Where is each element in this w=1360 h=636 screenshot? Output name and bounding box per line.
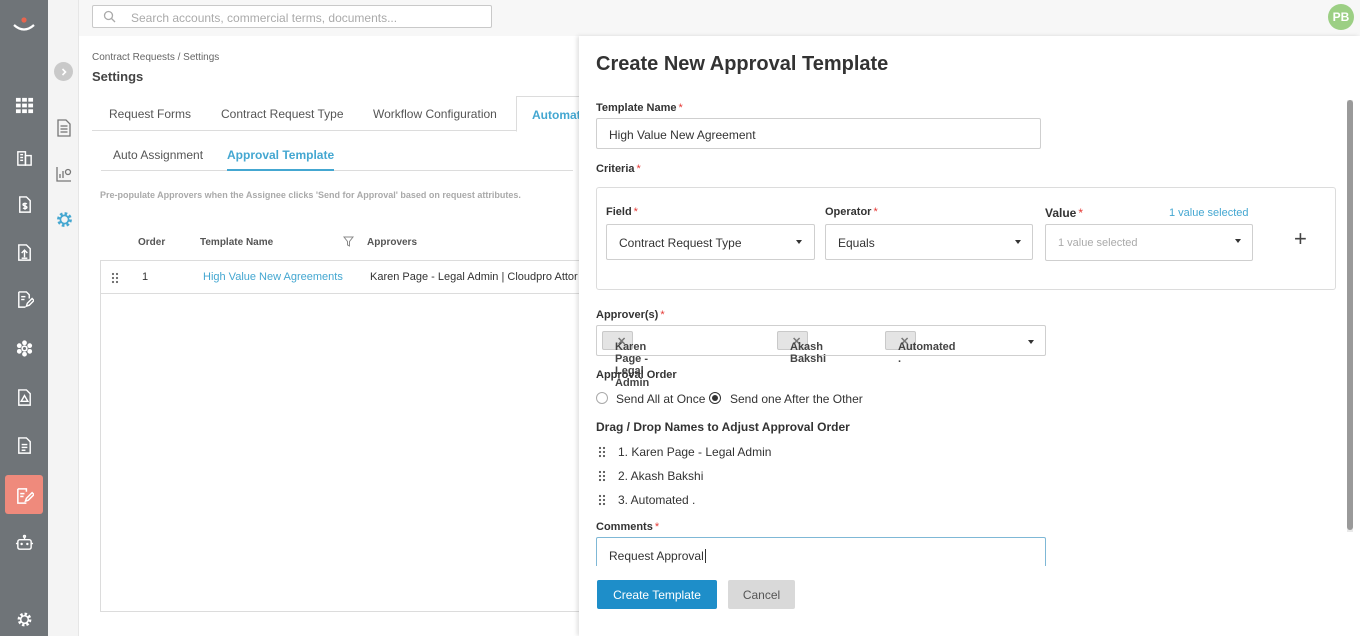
chevron-down-icon — [1235, 239, 1241, 243]
drag-handle-icon[interactable] — [598, 446, 606, 458]
breadcrumb[interactable]: Contract Requests / Settings — [92, 52, 219, 63]
criteria-box: Field * Contract Request Type Operator * E… — [596, 187, 1336, 290]
chart-settings-icon[interactable] — [54, 164, 74, 184]
radio-send-sequential-label[interactable]: Send one After the Other — [730, 392, 863, 406]
field-label: Field * — [606, 206, 638, 218]
radio-send-all-label[interactable]: Send All at Once — [616, 392, 705, 406]
dollar-doc-icon[interactable] — [14, 194, 34, 214]
subtab-auto-assignment[interactable]: Auto Assignment — [113, 148, 203, 162]
subtab-approval-template[interactable]: Approval Template — [227, 148, 335, 171]
add-criteria-button[interactable]: + — [1294, 228, 1307, 250]
approver-chip: Automated . ✕ — [885, 331, 955, 365]
upload-doc-icon[interactable] — [14, 242, 34, 262]
create-approval-template-panel: Create New Approval Template Template Na… — [579, 36, 1360, 636]
panel-form: Template Name * High Value New Agreement … — [579, 96, 1349, 566]
chevron-down-icon — [796, 240, 802, 244]
table-header: Order Template Name Approvers — [100, 235, 580, 251]
search-placeholder: Search accounts, commercial terms, docum… — [131, 11, 398, 25]
drag-handle-icon[interactable] — [598, 494, 606, 506]
search-icon — [103, 10, 116, 23]
left-nav-rail — [0, 0, 48, 636]
ordered-approver-item[interactable]: 1. Karen Page - Legal Admin — [596, 444, 896, 462]
criteria-label: Criteria * — [596, 163, 641, 175]
value-selected-link[interactable]: 1 value selected — [1169, 207, 1249, 219]
approver-chip: Karen Page - Legal Admin ✕ — [602, 331, 649, 389]
chevron-down-icon — [1015, 240, 1021, 244]
logo-icon[interactable] — [12, 16, 36, 36]
radio-send-all[interactable] — [596, 392, 608, 404]
settings-gear-icon[interactable] — [54, 209, 74, 229]
settings-subnav — [48, 0, 79, 636]
approvers-label: Approver(s) * — [596, 309, 665, 321]
field-select[interactable]: Contract Request Type — [606, 224, 815, 260]
settings-tabs: Request Forms Contract Request Type Work… — [92, 96, 597, 132]
alert-doc-icon[interactable] — [14, 387, 34, 407]
row-approvers: Karen Page - Legal Admin | Cloudpro Atto… — [370, 271, 578, 283]
expand-chevron-icon[interactable] — [54, 62, 73, 81]
filter-icon[interactable] — [343, 236, 354, 247]
table-row[interactable]: 1 High Value New Agreements Karen Page -… — [101, 261, 581, 294]
approver-chip: Akash Bakshi ✕ — [777, 331, 826, 365]
settings-flower-icon[interactable] — [14, 338, 34, 358]
template-name-input[interactable]: High Value New Agreement — [596, 118, 1041, 149]
page-title: Settings — [92, 69, 144, 84]
row-order: 1 — [142, 271, 149, 283]
global-search-input[interactable]: Search accounts, commercial terms, docum… — [92, 5, 492, 28]
operator-select[interactable]: Equals — [825, 224, 1033, 260]
column-order[interactable]: Order — [138, 237, 165, 248]
avatar[interactable]: PB — [1328, 4, 1354, 30]
subtabs: Auto Assignment Approval Template — [101, 140, 573, 171]
comments-label: Comments * — [596, 521, 660, 533]
edit-doc-icon[interactable] — [14, 289, 34, 309]
gear-icon[interactable] — [14, 609, 34, 629]
tab-request-forms[interactable]: Request Forms — [109, 107, 191, 121]
value-label: Value * — [1045, 206, 1084, 220]
value-select[interactable]: 1 value selected — [1045, 224, 1253, 261]
row-template-link[interactable]: High Value New Agreements — [203, 271, 343, 283]
column-template-name[interactable]: Template Name — [200, 237, 273, 248]
bot-icon[interactable] — [14, 533, 34, 553]
panel-scrollbar[interactable] — [1347, 100, 1353, 532]
approvers-multiselect[interactable]: Karen Page - Legal Admin ✕ Akash Bakshi ✕ … — [596, 325, 1046, 389]
contract-edit-icon[interactable] — [14, 485, 34, 505]
tab-workflow-configuration[interactable]: Workflow Configuration — [373, 107, 497, 121]
chevron-down-icon[interactable] — [1028, 340, 1034, 344]
approval-order-label: Approval Order — [596, 369, 677, 381]
template-table: 1 High Value New Agreements Karen Page -… — [100, 260, 581, 612]
drag-handle-icon[interactable] — [111, 272, 119, 284]
tab-contract-request-type[interactable]: Contract Request Type — [221, 107, 344, 121]
approval-template-hint: Pre-populate Approvers when the Assignee… — [100, 190, 521, 200]
ordered-approver-item[interactable]: 3. Automated . — [596, 492, 896, 510]
list-doc-icon[interactable] — [14, 435, 34, 455]
settings-page: Contract Requests / Settings Settings Re… — [79, 36, 597, 636]
apps-grid-icon[interactable] — [14, 95, 34, 115]
top-bar: Search accounts, commercial terms, docum… — [79, 0, 1360, 36]
template-name-label: Template Name * — [596, 102, 683, 114]
ordered-approver-item[interactable]: 2. Akash Bakshi — [596, 468, 896, 486]
building-icon[interactable] — [14, 147, 34, 167]
operator-label: Operator * — [825, 206, 878, 218]
panel-title: Create New Approval Template — [596, 53, 889, 75]
column-approvers[interactable]: Approvers — [367, 237, 417, 248]
scrollbar-thumb[interactable] — [1347, 100, 1353, 530]
document-icon[interactable] — [54, 118, 74, 138]
create-template-button[interactable]: Create Template — [597, 580, 717, 609]
drag-order-label: Drag / Drop Names to Adjust Approval Ord… — [596, 420, 850, 434]
comments-textarea[interactable]: Request Approval — [596, 537, 1046, 566]
cancel-button[interactable]: Cancel — [728, 580, 795, 609]
radio-send-sequential[interactable] — [709, 392, 721, 404]
drag-handle-icon[interactable] — [598, 470, 606, 482]
